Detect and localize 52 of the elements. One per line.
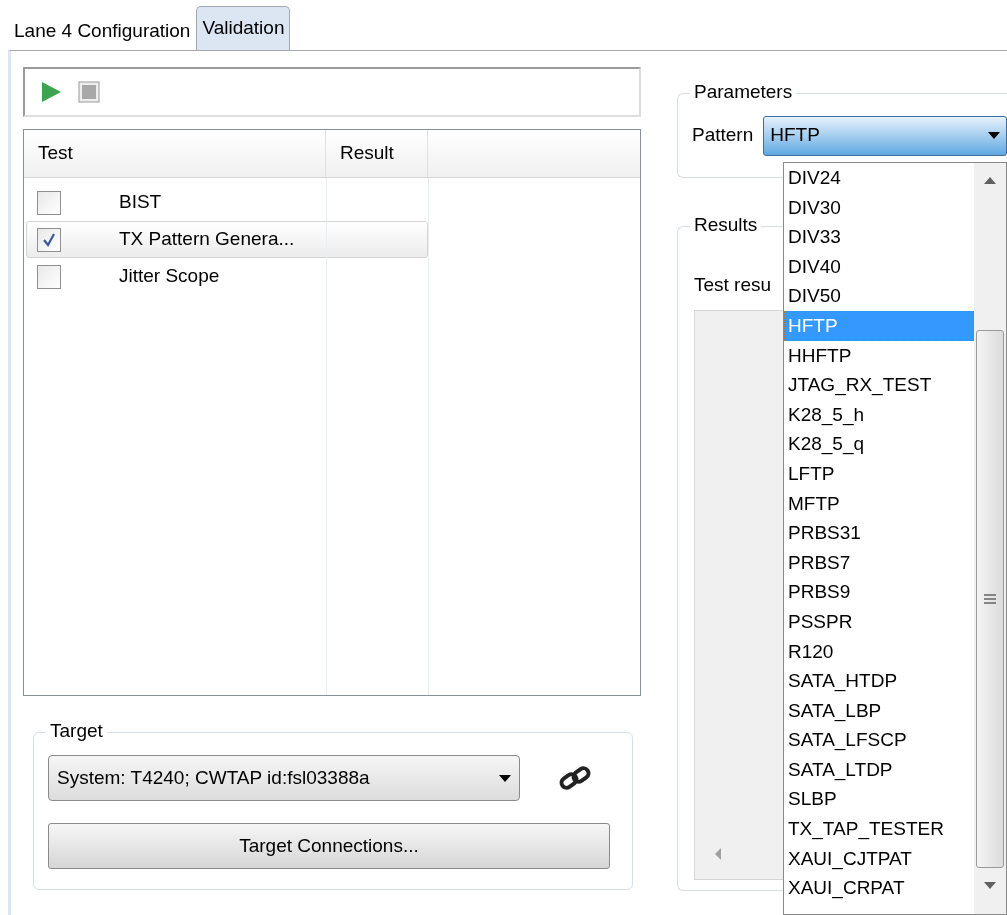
dropdown-option[interactable]: K28_5_q — [784, 429, 974, 459]
dropdown-option[interactable]: HHFTP — [784, 340, 974, 371]
dropdown-option[interactable]: SATA_HTDP — [784, 666, 974, 696]
caret-icon — [499, 774, 511, 782]
test-name: TX Pattern Genera... — [119, 227, 295, 252]
dropdown-option[interactable]: PRBS31 — [784, 518, 974, 548]
dropdown-option[interactable]: PRBS9 — [784, 577, 974, 607]
dropdown-option[interactable]: R120 — [784, 636, 974, 667]
tab[interactable]: Lane 4 Configuration — [10, 12, 195, 50]
dropdown-option[interactable]: DIV30 — [784, 192, 974, 223]
scrollbar[interactable] — [974, 163, 1006, 914]
grip-icon — [984, 594, 996, 604]
pattern-label: Pattern — [692, 123, 754, 148]
dropdown-option[interactable]: XAUI_CRPAT — [784, 873, 974, 903]
link-icon[interactable] — [558, 763, 592, 793]
test-name: Jitter Scope — [119, 264, 220, 289]
dropdown-option[interactable]: LFTP — [784, 458, 974, 489]
scroll-left-icon[interactable] — [713, 846, 723, 861]
column-header[interactable]: Result — [326, 130, 428, 177]
scrollbar-thumb[interactable] — [976, 330, 1004, 868]
dropdown-option[interactable]: PRBS7 — [784, 547, 974, 578]
pattern-dropdown[interactable]: HFTP — [763, 115, 1007, 156]
scroll-up-icon[interactable] — [984, 177, 996, 184]
dropdown-option[interactable]: PSSPR — [784, 606, 974, 637]
dropdown-option[interactable]: DIV50 — [784, 281, 974, 311]
checkbox[interactable] — [37, 190, 61, 215]
test-name: BIST — [119, 190, 162, 215]
table-row[interactable]: BIST — [26, 184, 428, 221]
dropdown-option[interactable]: MFTP — [784, 488, 974, 519]
checkbox[interactable] — [37, 264, 61, 289]
tab[interactable]: Validation — [196, 6, 291, 50]
dropdown-option[interactable]: JTAG_RX_TEST — [784, 370, 974, 400]
checkbox[interactable] — [37, 227, 61, 252]
dropdown-option[interactable]: SATA_LFSCP — [784, 725, 974, 755]
caret-icon — [988, 132, 1000, 139]
dropdown-option[interactable]: K28_5_h — [784, 399, 974, 430]
dropdown-option[interactable]: DIV40 — [784, 251, 974, 282]
dropdown-option[interactable]: DIV24 — [784, 163, 974, 193]
column-header[interactable]: Test — [24, 130, 326, 177]
dropdown-option[interactable]: XAUI_CJTPAT — [784, 843, 974, 874]
dropdown-option[interactable]: DIV33 — [784, 222, 974, 252]
dropdown-option[interactable]: SATA_LBP — [784, 695, 974, 726]
checkmark-icon — [41, 231, 57, 248]
dropdown-option[interactable]: SLBP — [784, 784, 974, 815]
target-connections-button[interactable]: Target Connections... — [48, 823, 610, 869]
table-row[interactable]: Jitter Scope — [26, 258, 428, 295]
target-dropdown[interactable]: System: T4240; CWTAP id:fsl03388a — [48, 755, 520, 801]
table-row[interactable]: TX Pattern Genera... — [26, 221, 428, 258]
dropdown-option[interactable]: SATA_LTDP — [784, 754, 974, 785]
scroll-down-icon[interactable] — [984, 882, 996, 889]
dropdown-option[interactable]: TX_TAP_TESTER — [784, 814, 974, 844]
test-results-label: Test resu — [694, 273, 772, 297]
